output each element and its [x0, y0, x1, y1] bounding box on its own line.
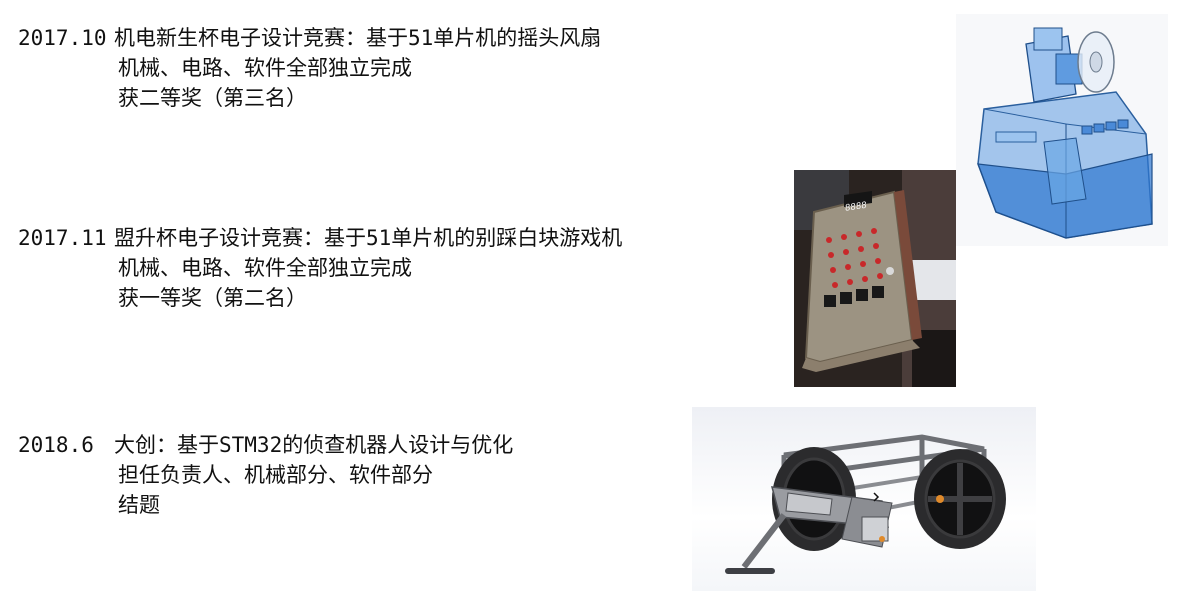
entry-detail: 机械、电路、软件全部独立完成: [118, 56, 412, 80]
oscillating-fan-icon: [977, 27, 1153, 239]
game-board-photo: 8888: [794, 170, 956, 387]
entry-detail: 机械、电路、软件全部独立完成: [118, 256, 412, 280]
reconnaissance-robot-icon: [725, 434, 1006, 574]
fan-cad-image: [956, 14, 1168, 246]
entry-title: 大创：基于STM32的侦查机器人设计与优化: [114, 433, 514, 457]
entry-date: 2017.11: [18, 226, 107, 250]
entry-result: 获二等奖（第三名）: [118, 86, 307, 110]
entry-detail: 担任负责人、机械部分、软件部分: [118, 463, 433, 487]
entry-title: 机电新生杯电子设计竞赛：基于51单片机的摇头风扇: [114, 26, 602, 50]
entry-date: 2017.10: [18, 26, 107, 50]
entry-result: 结题: [118, 493, 160, 517]
game-console-icon: 8888: [794, 170, 956, 387]
entry-title: 盟升杯电子设计竞赛：基于51单片机的别踩白块游戏机: [114, 226, 623, 250]
entry-date: 2018.6: [18, 433, 94, 457]
entry-result: 获一等奖（第二名）: [118, 286, 307, 310]
robot-cad-image: [692, 407, 1036, 591]
